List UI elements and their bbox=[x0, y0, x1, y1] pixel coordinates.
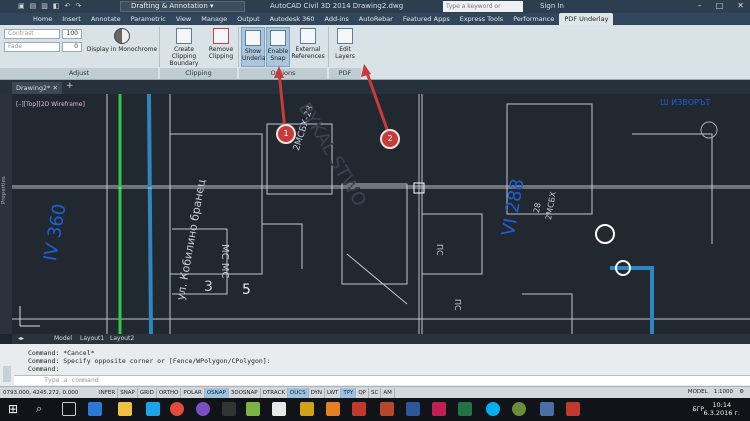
command-history-line: Command: bbox=[28, 365, 60, 373]
app-icon[interactable] bbox=[512, 402, 526, 416]
toggle-polar[interactable]: POLAR bbox=[181, 388, 205, 398]
toggle-sc[interactable]: SC bbox=[369, 388, 382, 398]
excel-icon[interactable] bbox=[458, 402, 472, 416]
coordinate-readout: 0793.000, 4245.272, 0.000 bbox=[3, 390, 79, 396]
toggle-am[interactable]: AM bbox=[381, 388, 395, 398]
toggle-3dosnap[interactable]: 3DOSNAP bbox=[229, 388, 261, 398]
language-indicator[interactable]: БГР bbox=[693, 406, 704, 413]
toggle-ortho[interactable]: ORTHO bbox=[157, 388, 182, 398]
powerpoint-icon[interactable] bbox=[380, 402, 394, 416]
marker-2: 2 bbox=[380, 129, 400, 149]
drafting-toggles: INFER SNAP GRID ORTHO POLAR OSNAP 3DOSNAP OTRAC… bbox=[97, 388, 395, 398]
app-icon[interactable] bbox=[566, 402, 580, 416]
command-input[interactable]: Type a command bbox=[14, 375, 750, 385]
explorer-icon[interactable] bbox=[118, 402, 132, 416]
app-icon[interactable] bbox=[272, 402, 286, 416]
arrow-2-line bbox=[364, 69, 390, 133]
toggle-dyn[interactable]: DYN bbox=[309, 388, 326, 398]
autocad-icon[interactable] bbox=[540, 402, 554, 416]
word-icon[interactable] bbox=[406, 402, 420, 416]
tab-layout1[interactable]: Layout1 bbox=[80, 335, 104, 342]
annotation-scale[interactable]: 1:1000 bbox=[714, 389, 733, 395]
command-history-line: Command: Specify opposite corner or [Fen… bbox=[28, 357, 271, 365]
chrome-icon[interactable] bbox=[170, 402, 184, 416]
skype-icon[interactable] bbox=[486, 402, 500, 416]
layout-tabs: ◂▸ Model Layout1 Layout2 bbox=[12, 334, 750, 344]
arrow-1-line bbox=[277, 71, 287, 131]
folder-icon[interactable] bbox=[300, 402, 314, 416]
layout-nav-icon[interactable]: ◂▸ bbox=[18, 335, 24, 342]
toggle-lwt[interactable]: LWT bbox=[325, 388, 342, 398]
toggle-infer[interactable]: INFER bbox=[97, 388, 119, 398]
tab-model[interactable]: Model bbox=[54, 335, 72, 342]
tab-layout2[interactable]: Layout2 bbox=[110, 335, 134, 342]
clock-date: 6.3.2016 г. bbox=[703, 409, 741, 417]
toggle-grid[interactable]: GRID bbox=[138, 388, 157, 398]
edge-icon[interactable] bbox=[88, 402, 102, 416]
acrobat-icon[interactable] bbox=[352, 402, 366, 416]
toggle-ducs[interactable]: DUCS bbox=[288, 388, 309, 398]
toggle-otrack[interactable]: OTRACK bbox=[261, 388, 289, 398]
autocad-window: ▣▤▥◧↶↷ Drafting & Annotation ▾ AutoCAD C… bbox=[0, 0, 750, 421]
toggle-tpy[interactable]: TPY bbox=[341, 388, 357, 398]
app-icon[interactable] bbox=[432, 402, 446, 416]
windows-start-icon[interactable]: ⊞ bbox=[8, 402, 22, 416]
arrow-2-head bbox=[361, 64, 371, 77]
clock[interactable]: 10:14 6.3.2016 г. bbox=[704, 401, 741, 417]
windows-taskbar: ⊞ ⌕ БГР 10:14 6.3.2016 г. bbox=[0, 398, 750, 421]
marker-1: 1 bbox=[276, 124, 296, 144]
command-window: Command: *Cancel* Command: Specify oppos… bbox=[0, 344, 750, 386]
toggle-snap[interactable]: SNAP bbox=[118, 388, 138, 398]
firefox-icon[interactable] bbox=[326, 402, 340, 416]
command-handle-icon[interactable] bbox=[3, 366, 11, 382]
model-space-toggle[interactable]: MODEL bbox=[688, 389, 708, 395]
status-bar: 0793.000, 4245.272, 0.000 INFER SNAP GRID O… bbox=[0, 386, 750, 398]
toggle-qp[interactable]: QP bbox=[356, 388, 369, 398]
search-icon[interactable]: ⌕ bbox=[36, 402, 50, 416]
store-icon[interactable] bbox=[146, 402, 160, 416]
clock-time: 10:14 bbox=[712, 401, 732, 409]
app-icon[interactable] bbox=[222, 402, 236, 416]
toggle-osnap[interactable]: OSNAP bbox=[204, 388, 229, 398]
arrow-1-head bbox=[274, 66, 284, 78]
viber-icon[interactable] bbox=[196, 402, 210, 416]
command-history-line: Command: *Cancel* bbox=[28, 349, 95, 357]
task-view-icon[interactable] bbox=[62, 402, 76, 416]
app-icon[interactable] bbox=[246, 402, 260, 416]
gear-icon[interactable]: ⚙ bbox=[739, 389, 744, 395]
